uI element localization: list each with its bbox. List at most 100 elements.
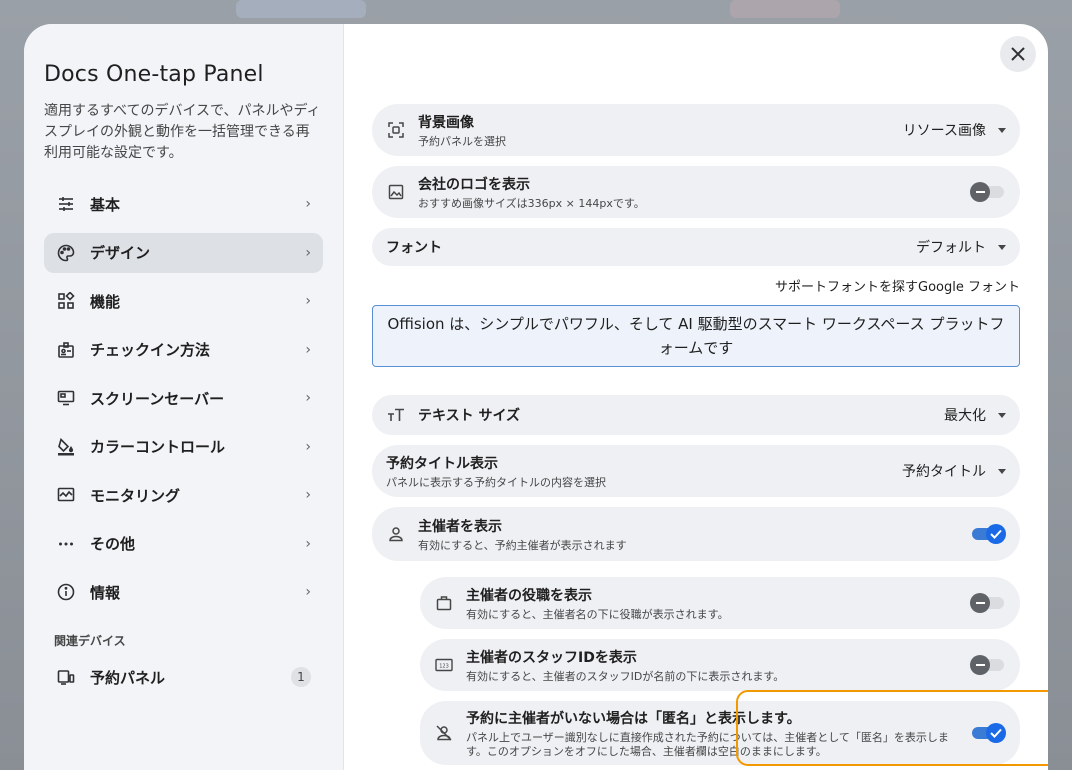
check-icon <box>990 728 1002 738</box>
settings-modal: Docs One-tap Panel 適用するすべてのデバイスで、パネルやディス… <box>24 24 1048 770</box>
sidebar-item-design[interactable]: デザイン › <box>44 232 323 273</box>
sidebar-item-other[interactable]: その他 › <box>44 524 323 564</box>
show-organizer-toggle[interactable] <box>970 524 1006 544</box>
sidebar-item-basic[interactable]: 基本 › <box>44 184 323 224</box>
caret-down-icon <box>998 468 1006 474</box>
briefcase-icon <box>434 593 454 613</box>
svg-text:123: 123 <box>439 664 449 670</box>
row-subtitle: 有効にすると、予約主催者が表示されます <box>418 538 627 552</box>
image-focus-icon <box>386 120 406 140</box>
count-badge: 1 <box>291 667 311 687</box>
organizer-role-row: 主催者の役職を表示 有効にすると、主催者名の下に役職が表示されます。 <box>420 577 1020 629</box>
close-button[interactable] <box>1000 36 1036 72</box>
text-size-row[interactable]: テキスト サイズ 最大化 <box>372 395 1020 435</box>
check-icon <box>990 529 1002 539</box>
chevron-right-icon: › <box>305 487 311 503</box>
row-subtitle: 有効にすると、主催者名の下に役職が表示されます。 <box>466 607 729 621</box>
panel-title: Docs One-tap Panel <box>44 62 264 87</box>
anonymous-organizer-toggle[interactable] <box>970 723 1006 743</box>
select-value: デフォルト <box>916 240 986 256</box>
devices-icon <box>56 667 76 687</box>
select-value: 予約タイトル <box>902 464 986 480</box>
sidebar-item-label: スクリーンセーバー <box>90 389 225 408</box>
sidebar-nav: 基本 › デザイン › 機能 › チェックイン方法 › スクリーンセーバー › … <box>44 184 323 612</box>
tune-icon <box>56 194 76 214</box>
caret-down-icon <box>998 127 1006 133</box>
sidebar-item-label: その他 <box>90 535 136 553</box>
chevron-right-icon: › <box>305 244 311 261</box>
row-title: テキスト サイズ <box>418 408 521 424</box>
sidebar-item-monitoring[interactable]: モニタリング › <box>44 475 323 515</box>
sidebar: Docs One-tap Panel 適用するすべてのデバイスで、パネルやディス… <box>24 24 344 770</box>
row-title: 主催者を表示 <box>418 518 502 535</box>
organizer-role-toggle[interactable] <box>970 593 1006 613</box>
settings-content: 背景画像 予約パネルを選択 リソース画像 会社のロゴを表示 おすすめ画像サイズは… <box>344 24 1048 770</box>
sidebar-item-label: カラーコントロール <box>90 438 226 456</box>
caret-down-icon <box>998 412 1006 418</box>
chevron-right-icon: › <box>305 196 311 212</box>
text-size-select[interactable]: 最大化 <box>944 405 1006 425</box>
row-title: フォント <box>386 240 442 256</box>
organizer-staff-id-toggle[interactable] <box>970 655 1006 675</box>
sidebar-item-label: 基本 <box>90 195 121 214</box>
sidebar-item-booking-panel[interactable]: 予約パネル 1 <box>44 657 323 697</box>
sidebar-item-color-control[interactable]: カラーコントロール › <box>44 427 323 467</box>
sidebar-item-label: 機能 <box>90 292 121 311</box>
select-value: リソース画像 <box>902 123 986 139</box>
sidebar-item-label: モニタリング <box>90 486 181 505</box>
sidebar-item-label: 情報 <box>90 583 121 602</box>
title-display-row[interactable]: 予約タイトル表示 パネルに表示する予約タイトルの内容を選択 予約タイトル <box>372 445 1020 497</box>
pin-number-icon: 123 <box>434 655 454 675</box>
show-logo-row: 会社のロゴを表示 おすすめ画像サイズは336px × 144pxです。 <box>372 166 1020 218</box>
sidebar-item-label: デザイン <box>90 244 151 262</box>
monitoring-icon <box>56 485 76 505</box>
font-select[interactable]: デフォルト <box>916 237 1006 257</box>
chevron-right-icon: › <box>305 390 311 406</box>
chevron-right-icon: › <box>305 341 311 358</box>
sidebar-item-features[interactable]: 機能 › <box>44 281 323 321</box>
background-image-row[interactable]: 背景画像 予約パネルを選択 リソース画像 <box>372 104 1020 156</box>
row-title: 背景画像 <box>418 114 474 131</box>
backdrop-element <box>730 0 840 18</box>
info-icon <box>56 582 76 602</box>
chevron-right-icon: › <box>305 535 311 552</box>
person-icon <box>386 524 406 544</box>
row-subtitle: 有効にすると、主催者のスタッフIDが名前の下に表示されます。 <box>466 669 785 683</box>
row-title: 会社のロゴを表示 <box>418 176 530 193</box>
sidebar-item-screensaver[interactable]: スクリーンセーバー › <box>44 378 323 418</box>
show-organizer-row: 主催者を表示 有効にすると、予約主催者が表示されます <box>372 507 1020 561</box>
palette-icon <box>56 243 76 263</box>
caret-down-icon <box>998 244 1006 250</box>
format-color-fill-icon <box>56 437 76 457</box>
sidebar-item-check-in[interactable]: チェックイン方法 › <box>44 330 323 370</box>
background-image-select[interactable]: リソース画像 <box>903 120 1006 140</box>
title-display-select[interactable]: 予約タイトル <box>902 461 1006 481</box>
organizer-staff-id-row: 123 主催者のスタッフIDを表示 有効にすると、主催者のスタッフIDが名前の下… <box>420 639 1020 691</box>
row-subtitle: 予約パネルを選択 <box>418 134 506 148</box>
chevron-right-icon: › <box>305 438 311 455</box>
row-title: 予約タイトル表示 <box>386 455 498 472</box>
image-icon <box>386 182 406 202</box>
row-title: 予約に主催者がいない場合は「匿名」と表示します。 <box>466 710 801 727</box>
font-row[interactable]: フォント デフォルト <box>372 228 1020 266</box>
monitor-icon <box>56 388 76 408</box>
more-horiz-icon <box>56 534 76 554</box>
select-value: 最大化 <box>944 408 986 424</box>
row-subtitle: パネルに表示する予約タイトルの内容を選択 <box>386 475 606 489</box>
row-title: 主催者のスタッフIDを表示 <box>466 649 637 666</box>
person-off-icon <box>434 723 454 743</box>
close-icon <box>1011 47 1025 61</box>
show-logo-toggle[interactable] <box>970 182 1006 202</box>
widgets-icon <box>56 291 76 311</box>
font-preview: Offision は、シンプルでパワフル、そして AI 駆動型のスマート ワーク… <box>372 305 1020 367</box>
related-devices-label: 関連デバイス <box>54 634 126 648</box>
row-subtitle: おすすめ画像サイズは336px × 144pxです。 <box>418 196 645 210</box>
sidebar-item-info[interactable]: 情報 › <box>44 572 323 612</box>
panel-description: 適用するすべてのデバイスで、パネルやディスプレイの外観と動作を一括管理できる再利… <box>44 103 321 161</box>
row-title: 主催者の役職を表示 <box>466 587 592 604</box>
anonymous-organizer-row: 予約に主催者がいない場合は「匿名」と表示します。 パネル上でユーザー識別なしに直… <box>420 701 1020 765</box>
backdrop-element <box>236 0 366 18</box>
chevron-right-icon: › <box>305 293 311 309</box>
chevron-right-icon: › <box>305 584 311 600</box>
google-fonts-link[interactable]: サポートフォントを探すGoogle フォント <box>372 276 1020 295</box>
